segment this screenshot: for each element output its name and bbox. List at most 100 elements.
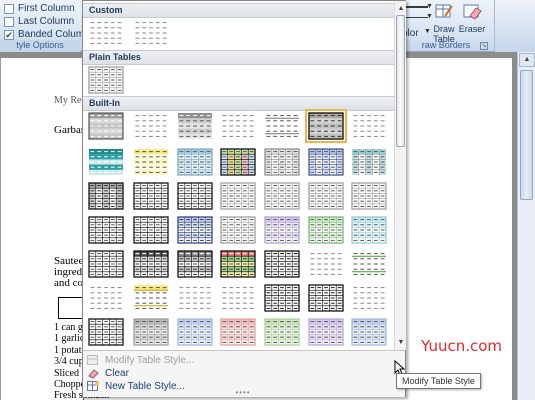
ingredient-line: 1 can g — [54, 322, 83, 333]
first-column-option[interactable]: First Column — [4, 3, 75, 14]
table-edit-icon — [87, 355, 98, 365]
table-style-thumbnail[interactable] — [264, 182, 300, 210]
modify-table-style-label: Modify Table Style... — [105, 355, 195, 366]
table-style-thumbnail[interactable] — [308, 216, 344, 244]
table-style-thumbnail[interactable] — [351, 112, 387, 140]
tooltip: Modify Table Style — [396, 373, 481, 389]
ribbon-right-edge — [494, 0, 535, 52]
table-style-thumbnail[interactable] — [133, 216, 169, 244]
table-style-thumbnail[interactable] — [177, 318, 213, 346]
ingredient-line: 3/4 cup — [54, 356, 84, 368]
doc-table-cell[interactable] — [58, 297, 84, 319]
last-column-option[interactable]: Last Column — [4, 16, 74, 27]
table-style-thumbnail[interactable] — [177, 112, 213, 140]
section-header-builtin: Built-In — [83, 96, 394, 111]
ingredient-line: Sliced r — [54, 367, 85, 379]
table-style-thumbnail[interactable] — [88, 318, 124, 346]
ingredient-line: 1 garlic — [54, 333, 85, 345]
table-style-thumbnail[interactable] — [351, 148, 387, 176]
clear-item[interactable]: Clear — [87, 367, 129, 380]
eraser-icon — [88, 369, 99, 379]
table-style-thumbnail[interactable] — [88, 66, 124, 94]
table-style-thumbnail[interactable] — [351, 318, 387, 346]
ingredient-line: 1 potat — [54, 344, 82, 356]
table-style-thumbnail[interactable] — [305, 109, 347, 143]
table-style-thumbnail[interactable] — [308, 284, 344, 312]
table-style-thumbnail[interactable] — [220, 284, 256, 312]
scroll-down-icon[interactable]: ▼ — [396, 337, 406, 348]
gallery-scroll-thumb[interactable] — [396, 15, 405, 147]
table-style-thumbnail[interactable] — [308, 250, 344, 278]
table-style-thumbnail[interactable] — [264, 112, 300, 140]
new-table-style-label: New Table Style... — [105, 381, 185, 392]
banded-columns-checkbox[interactable]: ✔ — [4, 29, 14, 40]
table-style-thumbnail[interactable] — [351, 216, 387, 244]
table-style-thumbnail[interactable] — [177, 250, 213, 278]
table-style-thumbnail[interactable] — [177, 148, 213, 176]
eraser-label: Eraser — [458, 24, 486, 34]
table-style-thumbnail[interactable] — [351, 182, 387, 210]
table-style-thumbnail[interactable] — [308, 182, 344, 210]
section-header-plain: Plain Tables — [83, 50, 394, 65]
gallery-menu: Modify Table Style... Clear New Table St… — [83, 350, 405, 397]
table-style-thumbnail[interactable] — [133, 250, 169, 278]
last-column-checkbox[interactable] — [4, 16, 14, 27]
table-style-thumbnail[interactable] — [133, 148, 169, 176]
table-style-thumbnail[interactable] — [177, 216, 213, 244]
scroll-up-icon[interactable]: ▲ — [519, 53, 535, 67]
table-style-thumbnail[interactable] — [133, 318, 169, 346]
table-style-thumbnail[interactable] — [133, 182, 169, 210]
gallery-scrollbar[interactable]: ▲ ▼ — [394, 1, 406, 350]
table-style-thumbnail[interactable] — [351, 284, 387, 312]
table-styles-gallery: Custom Plain Tables Built-In ▲ ▼ Modify … — [82, 0, 406, 397]
table-style-thumbnail[interactable] — [133, 112, 169, 140]
document-scrollbar[interactable]: ▲ — [517, 52, 535, 400]
last-column-label: Last Column — [18, 16, 75, 27]
scroll-up-icon[interactable]: ▲ — [396, 3, 406, 14]
table-style-thumbnail[interactable] — [133, 19, 169, 47]
draw-table-button[interactable]: Draw Table — [430, 2, 458, 44]
table-style-thumbnail[interactable] — [88, 148, 124, 176]
table-style-thumbnail[interactable] — [308, 318, 344, 346]
table-style-thumbnail[interactable] — [220, 182, 256, 210]
table-style-thumbnail[interactable] — [88, 19, 124, 47]
table-style-thumbnail[interactable] — [264, 284, 300, 312]
new-table-icon — [87, 381, 100, 391]
table-style-thumbnail[interactable] — [264, 318, 300, 346]
section-header-custom: Custom — [83, 3, 394, 18]
clear-label: Clear — [105, 368, 129, 379]
resize-grip-icon[interactable]: •••• — [233, 389, 253, 397]
eraser-button[interactable]: Eraser — [458, 2, 486, 34]
table-style-thumbnail[interactable] — [177, 284, 213, 312]
table-style-thumbnail[interactable] — [177, 182, 213, 210]
table-style-thumbnail[interactable] — [220, 148, 256, 176]
table-style-thumbnail[interactable] — [88, 182, 124, 210]
table-style-thumbnail[interactable] — [88, 216, 124, 244]
dialog-launcher-icon[interactable]: ↘ — [480, 42, 488, 50]
table-style-thumbnail[interactable] — [264, 250, 300, 278]
doc-line: and co — [54, 277, 84, 289]
table-style-thumbnail[interactable] — [220, 216, 256, 244]
line-weight-icon[interactable] — [406, 17, 428, 18]
table-style-thumbnail[interactable] — [264, 216, 300, 244]
first-column-label: First Column — [18, 3, 75, 14]
table-style-thumbnail[interactable] — [308, 148, 344, 176]
watermark: Yuucn.com — [421, 337, 503, 355]
table-style-thumbnail[interactable] — [264, 148, 300, 176]
table-style-thumbnail[interactable] — [88, 284, 124, 312]
table-style-thumbnail[interactable] — [220, 318, 256, 346]
table-style-thumbnail[interactable] — [133, 284, 169, 312]
eraser-icon — [463, 4, 482, 20]
table-style-thumbnail[interactable] — [220, 250, 256, 278]
scroll-thumb[interactable] — [520, 70, 533, 200]
new-table-style-item[interactable]: New Table Style... — [87, 380, 185, 393]
ingredient-line: Choppe — [54, 379, 86, 390]
table-style-thumbnail[interactable] — [88, 112, 124, 140]
first-column-checkbox[interactable] — [4, 3, 14, 14]
table-style-thumbnail[interactable] — [220, 112, 256, 140]
modify-table-style-item[interactable]: Modify Table Style... — [87, 354, 194, 367]
table-style-thumbnail[interactable] — [88, 250, 124, 278]
table-style-thumbnail[interactable] — [351, 250, 387, 278]
style-options-group-label: tyle Options — [0, 40, 80, 52]
line-style-icon[interactable] — [406, 6, 428, 8]
